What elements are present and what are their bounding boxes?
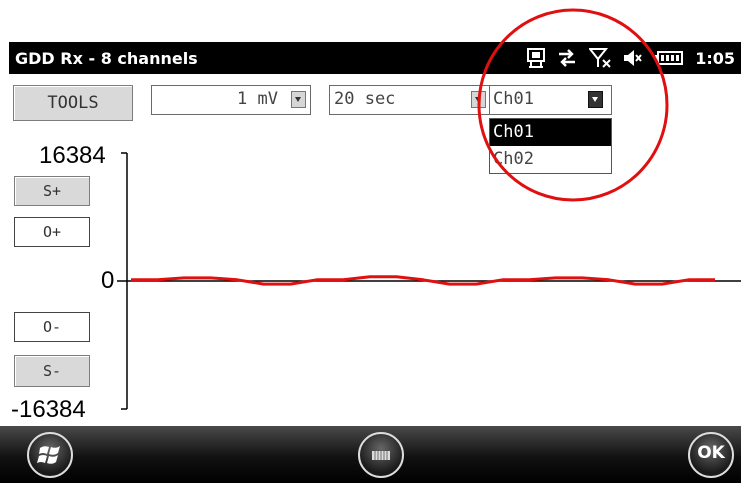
duration-value: 20 sec bbox=[334, 89, 396, 109]
y-max-label: 16384 bbox=[39, 142, 106, 169]
signal-series bbox=[131, 275, 715, 286]
channel-select[interactable]: Ch01 bbox=[489, 85, 612, 115]
offset-down-button[interactable]: O- bbox=[14, 312, 90, 342]
ok-label: OK bbox=[697, 443, 725, 463]
signal-trace-line bbox=[131, 275, 715, 286]
channel-option-ch02[interactable]: Ch02 bbox=[490, 146, 611, 173]
windows-logo-icon bbox=[37, 446, 60, 464]
tools-button[interactable]: TOOLS bbox=[13, 85, 133, 121]
channel-option-ch01[interactable]: Ch01 bbox=[490, 119, 611, 146]
channel-dropdown-arrow-icon[interactable] bbox=[588, 91, 603, 108]
window-title: GDD Rx - 8 channels bbox=[15, 49, 198, 68]
phone-icon bbox=[527, 48, 546, 68]
ok-button[interactable]: OK bbox=[688, 432, 734, 478]
status-area[interactable]: 1:05 bbox=[527, 48, 735, 68]
keyboard-button[interactable] bbox=[358, 432, 404, 478]
duration-select[interactable]: 20 sec bbox=[329, 85, 491, 115]
channel-dropdown-list: Ch01 Ch02 bbox=[489, 118, 612, 174]
plot-axes bbox=[117, 152, 741, 410]
y-min-label: -16384 bbox=[11, 396, 86, 423]
battery-icon bbox=[655, 51, 684, 65]
clock: 1:05 bbox=[695, 48, 735, 68]
y-zero-label: 0 bbox=[101, 267, 115, 294]
title-bar: GDD Rx - 8 channels 1:05 bbox=[9, 42, 741, 74]
start-button[interactable] bbox=[27, 432, 73, 478]
sensitivity-value: 1 mV bbox=[237, 89, 278, 109]
keyboard-icon bbox=[372, 451, 390, 460]
duration-dropdown-arrow-icon[interactable] bbox=[471, 91, 486, 108]
speaker-muted-icon bbox=[624, 50, 642, 66]
main-panel: TOOLS 1 mV 20 sec Ch01 Ch01 Ch02 16384 0… bbox=[9, 74, 741, 426]
taskbar: OK bbox=[0, 426, 741, 483]
no-signal-icon bbox=[589, 48, 611, 68]
sensitivity-dropdown-arrow-icon[interactable] bbox=[291, 91, 306, 108]
signal-plot[interactable] bbox=[9, 74, 741, 426]
sync-arrows-icon bbox=[559, 49, 576, 67]
scale-down-button[interactable]: S- bbox=[14, 355, 90, 387]
scale-up-button[interactable]: S+ bbox=[14, 176, 90, 206]
channel-value: Ch01 bbox=[493, 89, 534, 109]
sensitivity-select[interactable]: 1 mV bbox=[151, 85, 311, 115]
offset-up-button[interactable]: O+ bbox=[14, 217, 90, 247]
